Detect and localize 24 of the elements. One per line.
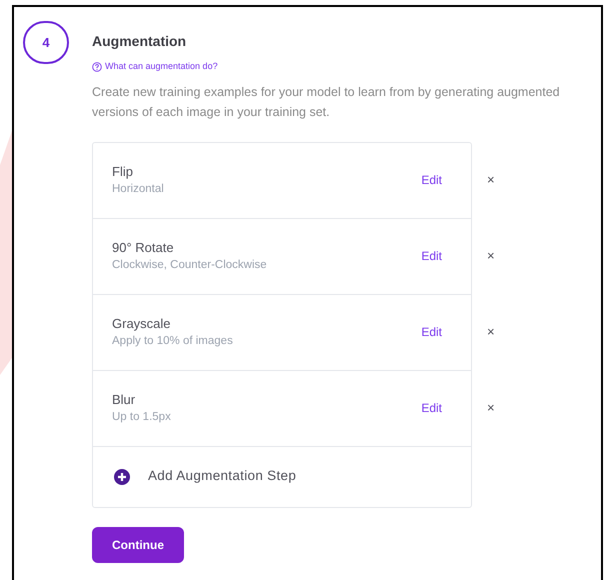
help-icon: [92, 62, 102, 72]
plus-circle-icon: [114, 468, 130, 484]
augmentation-name: Flip: [112, 162, 134, 181]
augmentation-name: Blur: [112, 390, 136, 409]
remove-button[interactable]: ×: [487, 170, 495, 190]
remove-button[interactable]: ×: [487, 398, 495, 418]
continue-button[interactable]: Continue: [92, 526, 184, 562]
add-step-button[interactable]: Add Augmentation Step: [93, 446, 471, 506]
augmentation-detail: Apply to 10% of images: [112, 334, 233, 350]
remove-button[interactable]: ×: [487, 322, 495, 342]
edit-button[interactable]: Edit: [421, 399, 442, 417]
description-text: Create new training examples for your model to learn from by generating augmented versions of each image in your training set.: [92, 84, 561, 121]
augmentation-name: Grayscale: [112, 314, 172, 333]
augmentation-detail: Horizontal: [112, 182, 164, 198]
help-link[interactable]: What can augmentation do?: [92, 60, 582, 74]
section-title: Augmentation: [92, 32, 188, 51]
remove-button[interactable]: ×: [487, 246, 495, 266]
edit-button[interactable]: Edit: [421, 247, 442, 265]
augmentation-name: 90° Rotate: [112, 238, 175, 257]
edit-button[interactable]: Edit: [421, 323, 442, 341]
edit-button[interactable]: Edit: [421, 171, 442, 189]
augmentation-detail: Up to 1.5px: [112, 410, 171, 426]
step-number: 4: [23, 21, 69, 64]
augmentation-detail: Clockwise, Counter-Clockwise: [112, 258, 267, 274]
